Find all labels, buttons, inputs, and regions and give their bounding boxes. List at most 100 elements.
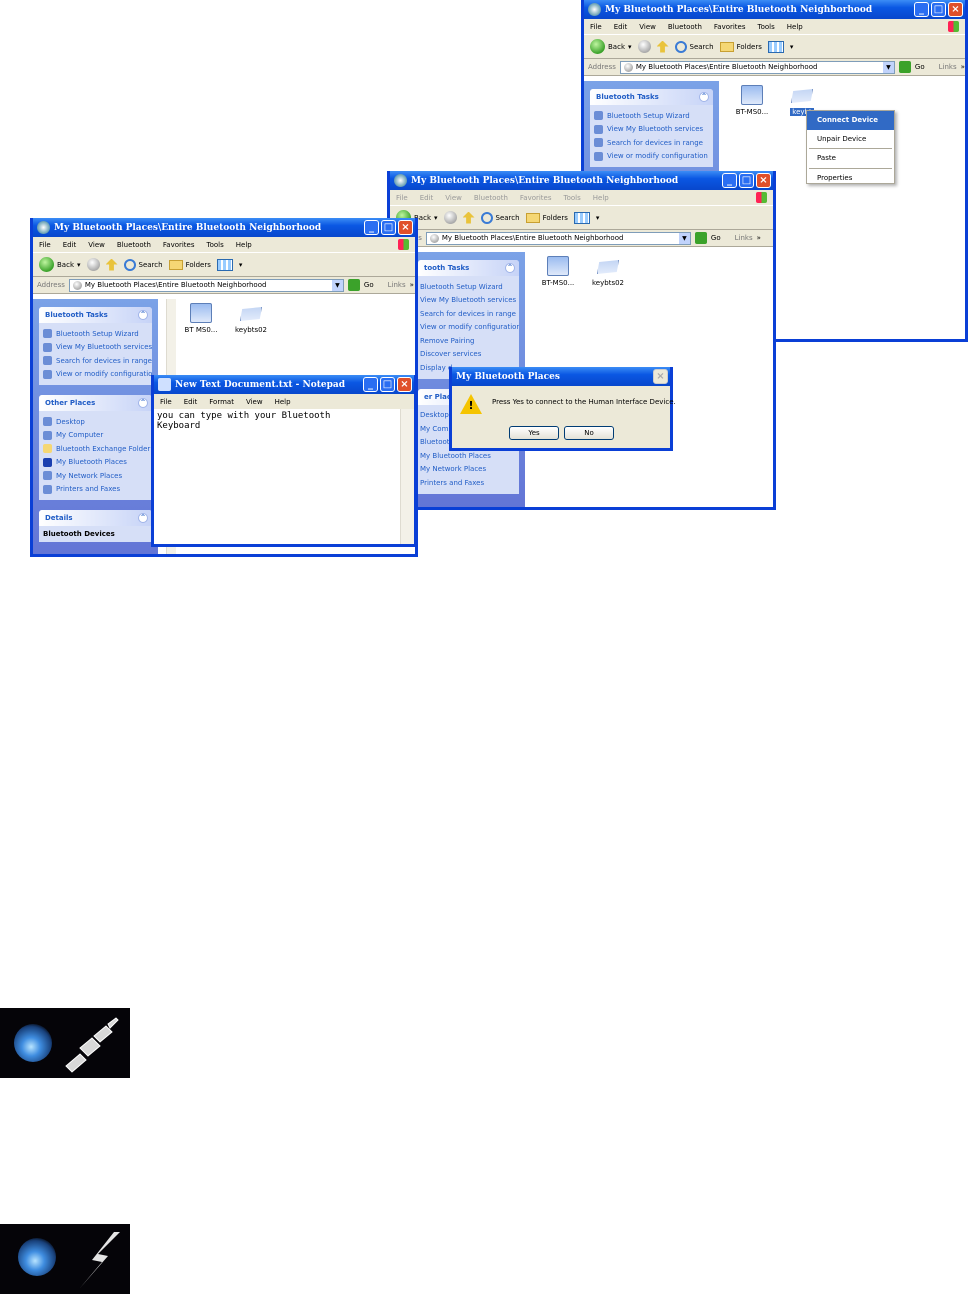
close-button[interactable]: ×: [398, 220, 413, 235]
menu-view[interactable]: View: [445, 194, 462, 202]
menu-view[interactable]: View: [88, 241, 105, 249]
menu-connect-device[interactable]: Connect Device: [807, 111, 894, 130]
views-dropdown-icon[interactable]: ▾: [596, 214, 600, 222]
search-button[interactable]: Search: [674, 40, 714, 53]
maximize-button[interactable]: □: [931, 2, 946, 17]
menu-bluetooth[interactable]: Bluetooth: [474, 194, 508, 202]
menu-favorites[interactable]: Favorites: [714, 23, 746, 31]
maximize-button[interactable]: □: [739, 173, 754, 188]
links-chevron-icon[interactable]: »: [410, 281, 414, 289]
address-dropdown-icon[interactable]: ▼: [882, 61, 894, 73]
device-keybts02[interactable]: keybts02: [228, 303, 274, 334]
close-button[interactable]: ×: [397, 377, 412, 392]
forward-button[interactable]: [443, 211, 457, 224]
minimize-button[interactable]: _: [363, 377, 378, 392]
forward-button[interactable]: [637, 40, 651, 53]
task-setup-wizard[interactable]: Bluetooth Setup Wizard: [594, 109, 709, 123]
go-button[interactable]: Go: [711, 234, 721, 242]
place-bt-places[interactable]: My Bluetooth Places: [420, 449, 515, 463]
up-folder-icon[interactable]: [462, 211, 475, 224]
collapse-chevron-icon[interactable]: ^: [138, 310, 148, 320]
menu-bluetooth[interactable]: Bluetooth: [117, 241, 151, 249]
maximize-button[interactable]: □: [381, 220, 396, 235]
close-button[interactable]: ×: [756, 173, 771, 188]
yes-button[interactable]: Yes: [509, 426, 559, 440]
links-chevron-icon[interactable]: »: [757, 234, 761, 242]
address-input[interactable]: My Bluetooth Places\Entire Bluetooth Nei…: [425, 231, 691, 245]
place-my-computer[interactable]: My Computer: [43, 429, 148, 443]
menu-file[interactable]: File: [160, 398, 172, 406]
task-search-devices[interactable]: Search for devices in range: [43, 354, 152, 368]
folders-button[interactable]: Folders: [719, 41, 762, 52]
links-label[interactable]: Links: [735, 234, 753, 242]
menu-help[interactable]: Help: [593, 194, 609, 202]
task-search-devices[interactable]: Search for devices in range: [594, 136, 709, 150]
go-arrow-icon[interactable]: [898, 61, 911, 73]
go-button[interactable]: Go: [364, 281, 374, 289]
links-chevron-icon[interactable]: »: [961, 63, 965, 71]
panel-header[interactable]: tooth Tasks ^: [418, 260, 519, 276]
vertical-scrollbar[interactable]: [400, 409, 414, 544]
menu-bluetooth[interactable]: Bluetooth: [668, 23, 702, 31]
place-network[interactable]: My Network Places: [420, 463, 515, 477]
task-view-services[interactable]: View My Bluetooth services: [43, 341, 152, 355]
title-bar[interactable]: My Bluetooth Places\Entire Bluetooth Nei…: [390, 171, 773, 190]
up-folder-icon[interactable]: [656, 40, 669, 53]
task-remove-pairing[interactable]: Remove Pairing: [420, 334, 515, 348]
collapse-chevron-icon[interactable]: ^: [138, 513, 148, 523]
menu-edit[interactable]: Edit: [614, 23, 628, 31]
device-bt-ms0[interactable]: BT-MS0...: [535, 256, 581, 287]
go-arrow-icon[interactable]: [694, 232, 707, 244]
close-button[interactable]: ×: [948, 2, 963, 17]
title-bar[interactable]: My Bluetooth Places\Entire Bluetooth Nei…: [33, 218, 415, 237]
menu-favorites[interactable]: Favorites: [520, 194, 552, 202]
maximize-button[interactable]: □: [380, 377, 395, 392]
collapse-chevron-icon[interactable]: ^: [138, 398, 148, 408]
task-search-devices[interactable]: Search for devices in range: [420, 307, 516, 321]
views-icon[interactable]: [767, 40, 784, 53]
minimize-button[interactable]: _: [364, 220, 379, 235]
dialog-close-button[interactable]: ×: [653, 369, 668, 384]
address-input[interactable]: My Bluetooth Places\Entire Bluetooth Nei…: [68, 278, 344, 292]
title-bar[interactable]: My Bluetooth Places\Entire Bluetooth Nei…: [584, 0, 965, 19]
place-desktop[interactable]: Desktop: [43, 415, 148, 429]
task-view-services[interactable]: View My Bluetooth services: [420, 294, 516, 308]
menu-paste[interactable]: Paste: [807, 149, 894, 168]
menu-tools[interactable]: Tools: [207, 241, 224, 249]
folders-button[interactable]: Folders: [525, 212, 568, 223]
panel-header[interactable]: Bluetooth Tasks ^: [590, 89, 713, 105]
views-dropdown-icon[interactable]: ▾: [239, 261, 243, 269]
back-button[interactable]: Back ▾: [590, 39, 632, 54]
device-keybts02[interactable]: keybts02: [585, 256, 631, 287]
task-setup-wizard[interactable]: Bluetooth Setup Wizard: [420, 280, 515, 294]
place-printers[interactable]: Printers and Faxes: [43, 483, 148, 497]
minimize-button[interactable]: _: [722, 173, 737, 188]
task-modify-config[interactable]: View or modify configuration: [420, 321, 519, 335]
task-view-services[interactable]: View My Bluetooth services: [594, 123, 709, 137]
links-label[interactable]: Links: [388, 281, 406, 289]
go-button[interactable]: Go: [915, 63, 925, 71]
menu-help[interactable]: Help: [275, 398, 291, 406]
collapse-chevron-icon[interactable]: ^: [505, 263, 515, 273]
task-discover-services[interactable]: Discover services: [420, 348, 515, 362]
dialog-title-bar[interactable]: My Bluetooth Places ×: [452, 367, 670, 386]
title-bar[interactable]: New Text Document.txt - Notepad _ □ ×: [154, 375, 414, 394]
go-arrow-icon[interactable]: [347, 279, 360, 291]
menu-properties[interactable]: Properties: [807, 169, 894, 188]
menu-help[interactable]: Help: [236, 241, 252, 249]
menu-tools[interactable]: Tools: [564, 194, 581, 202]
task-modify-config[interactable]: View or modify configuration: [594, 150, 709, 164]
menu-file[interactable]: File: [590, 23, 602, 31]
place-bt-exchange[interactable]: Bluetooth Exchange Folder: [43, 442, 150, 456]
forward-button[interactable]: [86, 258, 100, 271]
panel-header[interactable]: Bluetooth Tasks ^: [39, 307, 152, 323]
folders-button[interactable]: Folders: [168, 259, 211, 270]
menu-format[interactable]: Format: [209, 398, 234, 406]
menu-view[interactable]: View: [639, 23, 656, 31]
collapse-chevron-icon[interactable]: ^: [699, 92, 709, 102]
links-label[interactable]: Links: [939, 63, 957, 71]
menu-favorites[interactable]: Favorites: [163, 241, 195, 249]
notepad-text-area[interactable]: you can type with your Bluetooth Keyboar…: [154, 409, 400, 544]
menu-edit[interactable]: Edit: [63, 241, 77, 249]
search-button[interactable]: Search: [123, 258, 163, 271]
